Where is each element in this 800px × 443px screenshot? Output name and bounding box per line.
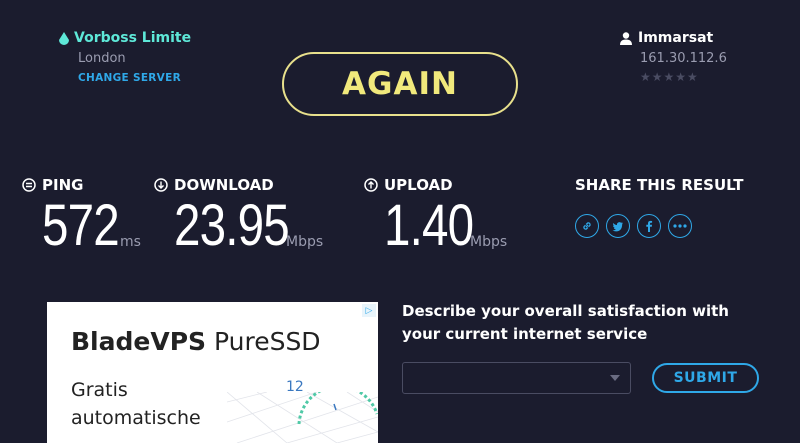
ad-title-bold: BladeVPS [71, 327, 207, 356]
ad-body: Gratis automatische [71, 376, 201, 432]
satisfaction-select[interactable] [402, 362, 631, 394]
ad-body-line1: Gratis [71, 379, 128, 401]
server-name-text: Vorboss Limite [74, 30, 192, 46]
ping-label-text: PING [42, 176, 84, 194]
upload-arrow-icon [364, 178, 378, 192]
isp-name-text: Immarsat [638, 30, 714, 46]
twitter-icon[interactable] [606, 214, 630, 238]
share-buttons [575, 214, 692, 238]
person-icon [620, 31, 632, 45]
download-arrow-icon [154, 178, 168, 192]
server-location: London [78, 51, 126, 66]
ping-icon [22, 178, 36, 192]
ad-gauge-graphic [227, 392, 378, 443]
link-icon[interactable] [575, 214, 599, 238]
download-label-text: DOWNLOAD [174, 176, 274, 194]
ad-body-line2: automatische [71, 407, 201, 429]
ping-value: 572 [42, 193, 120, 258]
ping-unit: ms [120, 234, 141, 250]
upload-value: 1.40 [384, 193, 474, 258]
more-icon[interactable] [668, 214, 692, 238]
advertisement[interactable]: ▷ BladeVPS PureSSD Gratis automatische 1… [47, 302, 378, 443]
ping-label: PING [22, 176, 83, 194]
isp-ip: 161.30.112.6 [640, 51, 727, 66]
ad-title: BladeVPS PureSSD [71, 327, 321, 356]
location-drop-icon [59, 31, 69, 45]
chevron-down-icon [610, 375, 620, 381]
again-button[interactable]: AGAIN [282, 52, 518, 116]
server-name: Vorboss Limite [58, 30, 191, 46]
submit-button[interactable]: SUBMIT [652, 363, 759, 393]
facebook-icon[interactable] [637, 214, 661, 238]
isp-rating-stars[interactable]: ★★★★★ [640, 70, 699, 84]
download-unit: Mbps [286, 234, 324, 250]
ad-title-rest: PureSSD [206, 327, 321, 356]
ad-choices-icon[interactable]: ▷ [362, 304, 376, 317]
survey-question: Describe your overall satisfaction with … [402, 302, 729, 343]
download-value: 23.95 [174, 193, 290, 258]
upload-label-text: UPLOAD [384, 176, 453, 194]
upload-label: UPLOAD [364, 176, 453, 194]
isp-name: Immarsat [620, 30, 713, 46]
download-label: DOWNLOAD [154, 176, 274, 194]
share-label: SHARE THIS RESULT [575, 176, 744, 194]
upload-unit: Mbps [470, 234, 508, 250]
change-server-link[interactable]: CHANGE SERVER [78, 72, 181, 84]
